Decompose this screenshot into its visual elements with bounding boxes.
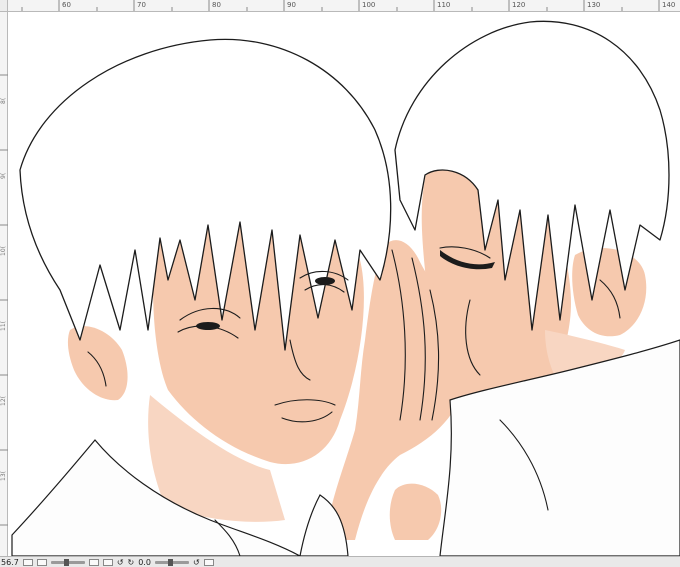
artwork-illustration	[11, 20, 680, 556]
ruler-label: 70	[137, 1, 146, 9]
ruler-label: 130	[587, 1, 601, 9]
fit-view-button[interactable]	[88, 558, 99, 567]
zoom-down-button[interactable]	[22, 558, 33, 567]
horizontal-ruler[interactable]: 60 70 80 90 100 110 120 130 140	[8, 0, 680, 12]
ruler-label: 12(	[0, 396, 7, 406]
rotate-left-icon[interactable]: ↺	[117, 558, 124, 567]
ruler-corner	[0, 0, 8, 12]
drawing-canvas[interactable]	[8, 12, 680, 556]
reset-rotation-icon[interactable]: ↺	[193, 558, 200, 567]
ruler-label: 10(	[0, 246, 7, 256]
ruler-label: 100	[362, 1, 376, 9]
ruler-label: 90	[287, 1, 296, 9]
ruler-label: 80	[212, 1, 221, 9]
angle-slider[interactable]	[154, 558, 189, 567]
zoom-slider[interactable]	[50, 558, 85, 567]
ruler-label: 11(	[0, 321, 7, 331]
navigator-button[interactable]	[203, 558, 214, 567]
ruler-label: 60	[62, 1, 71, 9]
ruler-ticks	[21, 0, 660, 11]
ruler-label: 140	[662, 1, 676, 9]
zoom-readout[interactable]: 56.7	[1, 558, 19, 567]
status-bar: 56.7 ↺ ↻ 0.0 ↺	[0, 556, 680, 567]
flip-button[interactable]	[102, 558, 113, 567]
ruler-label: 9(	[0, 172, 7, 179]
ruler-label: 13(	[0, 471, 7, 481]
ruler-label: 120	[512, 1, 526, 9]
ruler-label: 8(	[0, 97, 7, 104]
rotation-readout[interactable]: 0.0	[138, 558, 151, 567]
zoom-up-button[interactable]	[36, 558, 47, 567]
rotate-right-icon[interactable]: ↻	[128, 558, 135, 567]
ruler-label: 110	[437, 1, 451, 9]
vertical-ruler[interactable]: 8( 9( 10( 11( 12( 13(	[0, 12, 8, 556]
